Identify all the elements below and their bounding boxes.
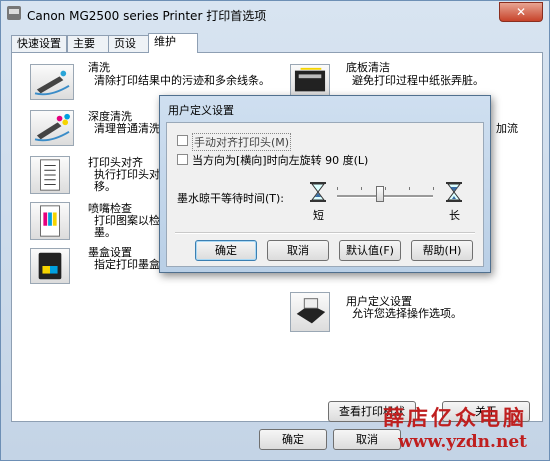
close-button[interactable]: ✕ bbox=[499, 2, 543, 22]
slider-tick bbox=[385, 187, 386, 190]
slider-max-label: 长 bbox=[449, 209, 460, 222]
tool-desc-nozzle-check-2: 墨。 bbox=[94, 226, 116, 239]
watermark-line1: 薛店亿众电脑 bbox=[383, 405, 527, 430]
printer-preferences-window: Canon MG2500 series Printer 打印首选项 ✕ 快速设置… bbox=[0, 0, 550, 461]
print-head-alignment-icon[interactable] bbox=[30, 156, 70, 194]
dialog-body: 手动对齐打印头(M) 当方向为[横向]时向左旋转 90 度(L) 墨水晾干等待时… bbox=[166, 122, 484, 267]
tool-desc-ink-cartridge: 指定打印墨盒 bbox=[94, 258, 160, 271]
custom-settings-icon[interactable] bbox=[290, 292, 330, 332]
slider-tick bbox=[337, 187, 338, 190]
tool-desc-deep-cleaning: 清理普通清洗 bbox=[94, 122, 160, 135]
slider-min-label: 短 bbox=[313, 209, 324, 222]
ink-dry-wait-label: 墨水晾干等待时间(T): bbox=[177, 192, 285, 205]
dialog-divider bbox=[175, 232, 475, 234]
slider-tick bbox=[409, 187, 410, 190]
hourglass-long-icon bbox=[446, 182, 462, 202]
tool-desc-bottom-plate: 避免打印过程中纸张弄脏。 bbox=[352, 74, 484, 87]
title-bar: Canon MG2500 series Printer 打印首选项 ✕ bbox=[1, 1, 549, 27]
ink-dry-slider-thumb[interactable] bbox=[376, 186, 385, 202]
rotate-left-checkbox[interactable] bbox=[177, 154, 188, 165]
custom-settings-dialog: 用户定义设置 手动对齐打印头(M) 当方向为[横向]时向左旋转 90 度(L) … bbox=[159, 95, 491, 273]
tool-desc-alignment-2: 移。 bbox=[94, 180, 116, 193]
slider-tick bbox=[433, 187, 434, 190]
ink-cartridge-icon[interactable] bbox=[30, 248, 70, 284]
manual-align-checkbox[interactable] bbox=[177, 135, 188, 146]
tab-maintenance[interactable]: 维护 bbox=[148, 33, 198, 53]
tab-main[interactable]: 主要 bbox=[67, 35, 112, 52]
watermark-line2: www.yzdn.net bbox=[398, 432, 527, 452]
manual-align-label[interactable]: 手动对齐打印头(M) bbox=[192, 133, 292, 151]
nozzle-check-icon[interactable] bbox=[30, 202, 70, 240]
tab-quick-setup[interactable]: 快速设置 bbox=[11, 35, 67, 52]
ok-button[interactable]: 确定 bbox=[259, 429, 327, 450]
dialog-help-button[interactable]: 帮助(H) bbox=[411, 240, 473, 261]
dialog-title: 用户定义设置 bbox=[168, 104, 234, 117]
window-title: Canon MG2500 series Printer 打印首选项 bbox=[27, 9, 267, 23]
printer-icon bbox=[7, 6, 21, 20]
dialog-default-button[interactable]: 默认值(F) bbox=[339, 240, 401, 261]
slider-tick bbox=[361, 187, 362, 190]
tool-desc-partial: 加流 bbox=[496, 122, 518, 135]
hourglass-short-icon bbox=[310, 182, 326, 202]
watermark: 薛店亿众电脑 www.yzdn.net bbox=[383, 402, 527, 452]
ink-dry-slider-track[interactable] bbox=[337, 195, 433, 198]
deep-cleaning-icon[interactable] bbox=[30, 110, 74, 146]
dialog-ok-button[interactable]: 确定 bbox=[195, 240, 257, 261]
dialog-cancel-button[interactable]: 取消 bbox=[267, 240, 329, 261]
rotate-left-label[interactable]: 当方向为[横向]时向左旋转 90 度(L) bbox=[192, 152, 368, 168]
bottom-plate-cleaning-icon[interactable] bbox=[290, 64, 330, 98]
tool-desc-cleaning: 清除打印结果中的污迹和多余线条。 bbox=[94, 74, 270, 87]
cleaning-icon[interactable] bbox=[30, 64, 74, 100]
tool-desc-custom-settings: 允许您选择操作选项。 bbox=[352, 307, 462, 320]
tab-page-setup[interactable]: 页设置 bbox=[108, 35, 152, 66]
